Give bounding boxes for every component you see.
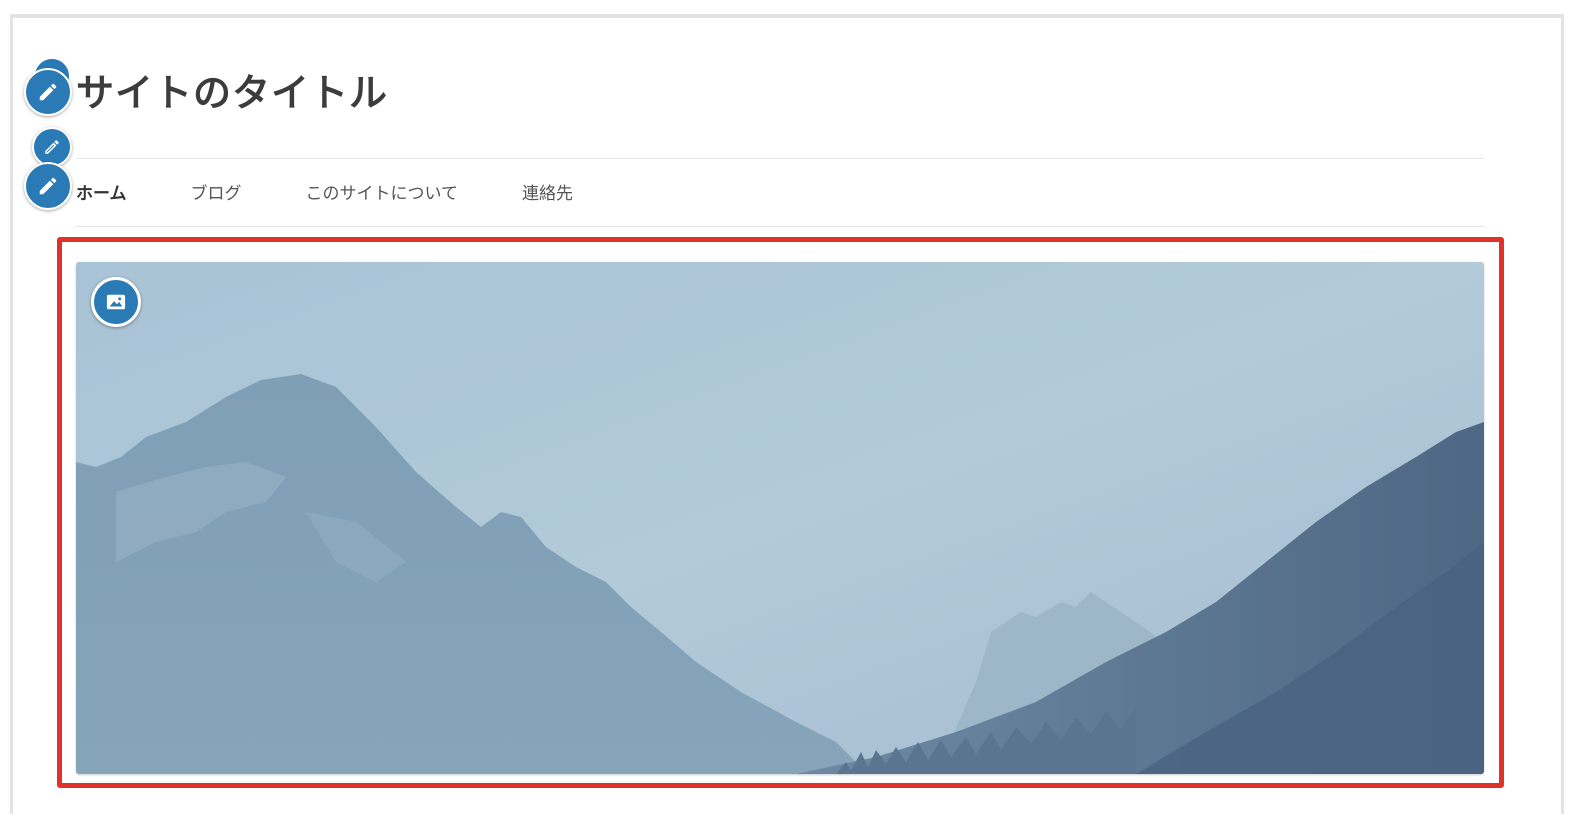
header-divider bbox=[76, 158, 1484, 159]
nav-item-home[interactable]: ホーム bbox=[76, 179, 127, 204]
site-title: サイトのタイトル bbox=[76, 71, 389, 115]
pencil-icon bbox=[39, 177, 57, 195]
pencil-icon bbox=[39, 83, 57, 101]
image-icon bbox=[106, 294, 126, 310]
nav-divider bbox=[76, 226, 1484, 227]
edit-nav-button[interactable] bbox=[24, 162, 72, 210]
edit-title-button[interactable] bbox=[24, 68, 72, 116]
mountain-landscape-image bbox=[76, 262, 1484, 774]
nav-item-about[interactable]: このサイトについて bbox=[306, 179, 459, 204]
main-navigation: ホーム ブログ このサイトについて 連絡先 bbox=[76, 176, 637, 206]
pencil-outline-icon bbox=[45, 140, 59, 154]
change-image-button[interactable] bbox=[91, 277, 141, 327]
edit-divider-button[interactable] bbox=[32, 127, 72, 167]
hero-image[interactable] bbox=[76, 262, 1484, 774]
nav-item-contact[interactable]: 連絡先 bbox=[522, 179, 573, 204]
nav-item-blog[interactable]: ブログ bbox=[191, 179, 242, 204]
